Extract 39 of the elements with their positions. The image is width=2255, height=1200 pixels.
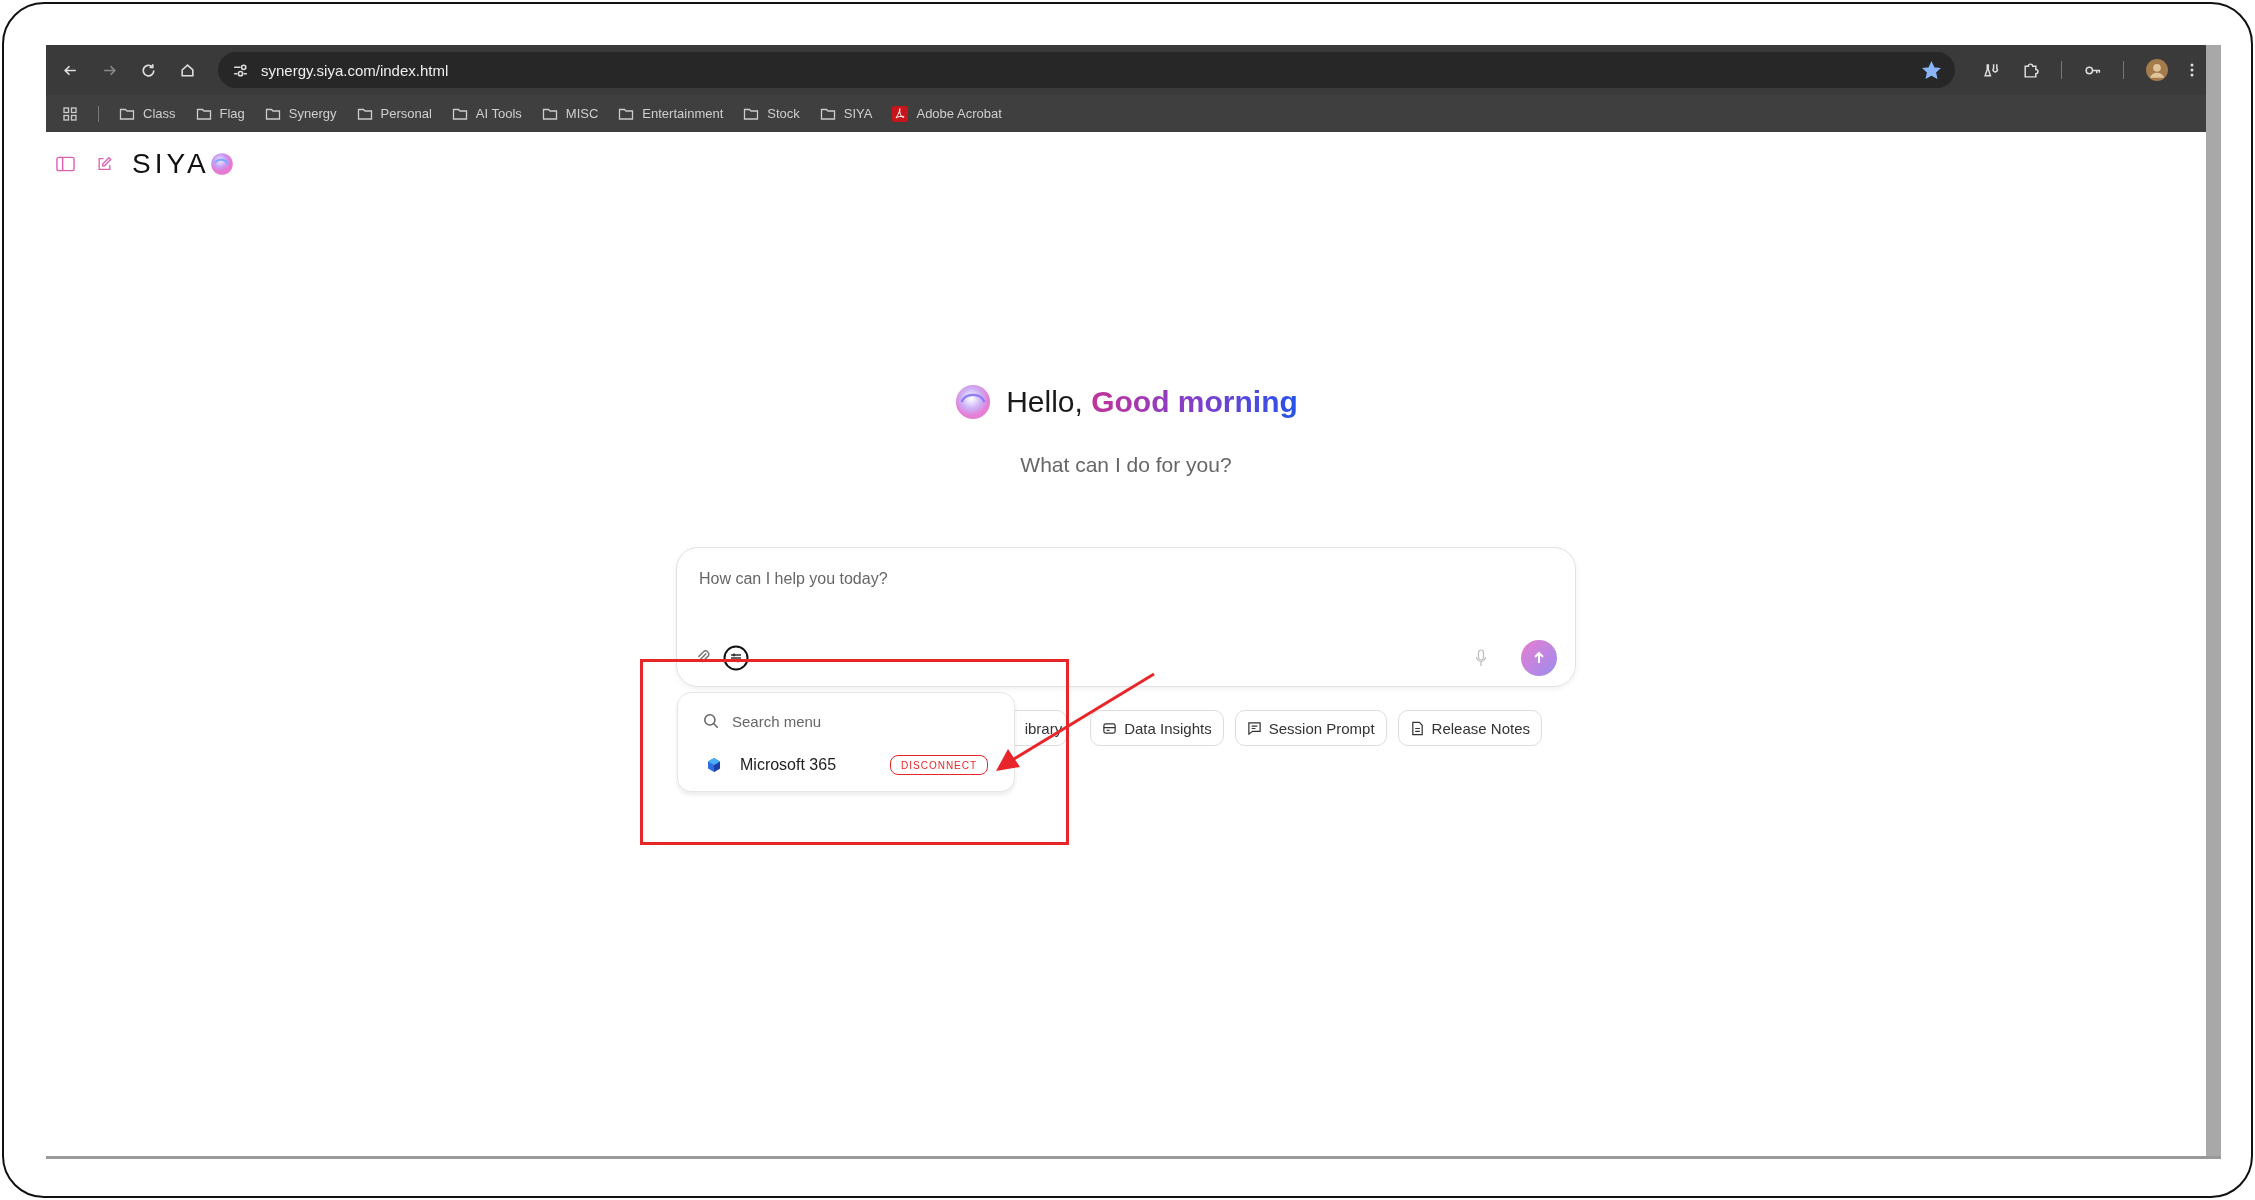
search-icon <box>702 712 720 730</box>
logo-text: SIYA <box>132 147 210 180</box>
subtitle-text: What can I do for you? <box>1020 453 1232 477</box>
send-button[interactable] <box>1521 640 1557 676</box>
cube-icon <box>706 757 722 773</box>
bookmark[interactable]: Class <box>119 105 176 122</box>
settings-icon[interactable] <box>723 645 749 671</box>
bookmark[interactable]: Synergy <box>264 105 337 122</box>
bookmark[interactable]: AI Tools <box>451 105 522 122</box>
bookmark[interactable]: Flag <box>195 105 245 122</box>
bookmark[interactable]: Adobe Acrobat <box>892 105 1002 122</box>
puzzle-icon[interactable] <box>2022 61 2039 79</box>
reload-icon[interactable] <box>140 61 157 79</box>
chat-bubble-icon <box>1246 720 1262 736</box>
star-icon[interactable] <box>1922 60 1941 80</box>
avatar-icon[interactable] <box>2146 59 2168 81</box>
tune-icon <box>232 61 249 79</box>
address-bar[interactable]: synergy.siya.com/index.html <box>218 52 1955 88</box>
disconnect-button[interactable]: DISCONNECT <box>890 755 989 775</box>
sidebar-icon[interactable] <box>56 155 75 172</box>
pdf-icon <box>892 105 909 122</box>
bookmark[interactable]: Entertainment <box>618 105 724 122</box>
suggestion-chip[interactable]: Session Prompt <box>1234 710 1387 746</box>
orb-icon <box>209 151 234 176</box>
menu-item-label[interactable]: Microsoft 365 <box>740 756 890 774</box>
bookmark[interactable]: Stock <box>743 105 800 122</box>
orb-icon <box>954 383 993 421</box>
menu-icon[interactable] <box>2190 62 2194 78</box>
bookmark[interactable]: Personal <box>356 105 432 122</box>
bookmark[interactable]: SIYA <box>819 105 873 122</box>
apps-icon[interactable] <box>62 105 78 122</box>
suggestion-chip[interactable]: Data Insights <box>1090 710 1224 746</box>
suggestion-chip[interactable]: Release Notes <box>1397 710 1542 746</box>
card-icon <box>1102 720 1118 736</box>
document-icon <box>1409 720 1425 736</box>
bookmark[interactable]: MISC <box>541 105 599 122</box>
flask-icon[interactable] <box>1983 61 2000 79</box>
home-icon[interactable] <box>179 61 196 79</box>
url-text: synergy.siya.com/index.html <box>261 61 450 79</box>
